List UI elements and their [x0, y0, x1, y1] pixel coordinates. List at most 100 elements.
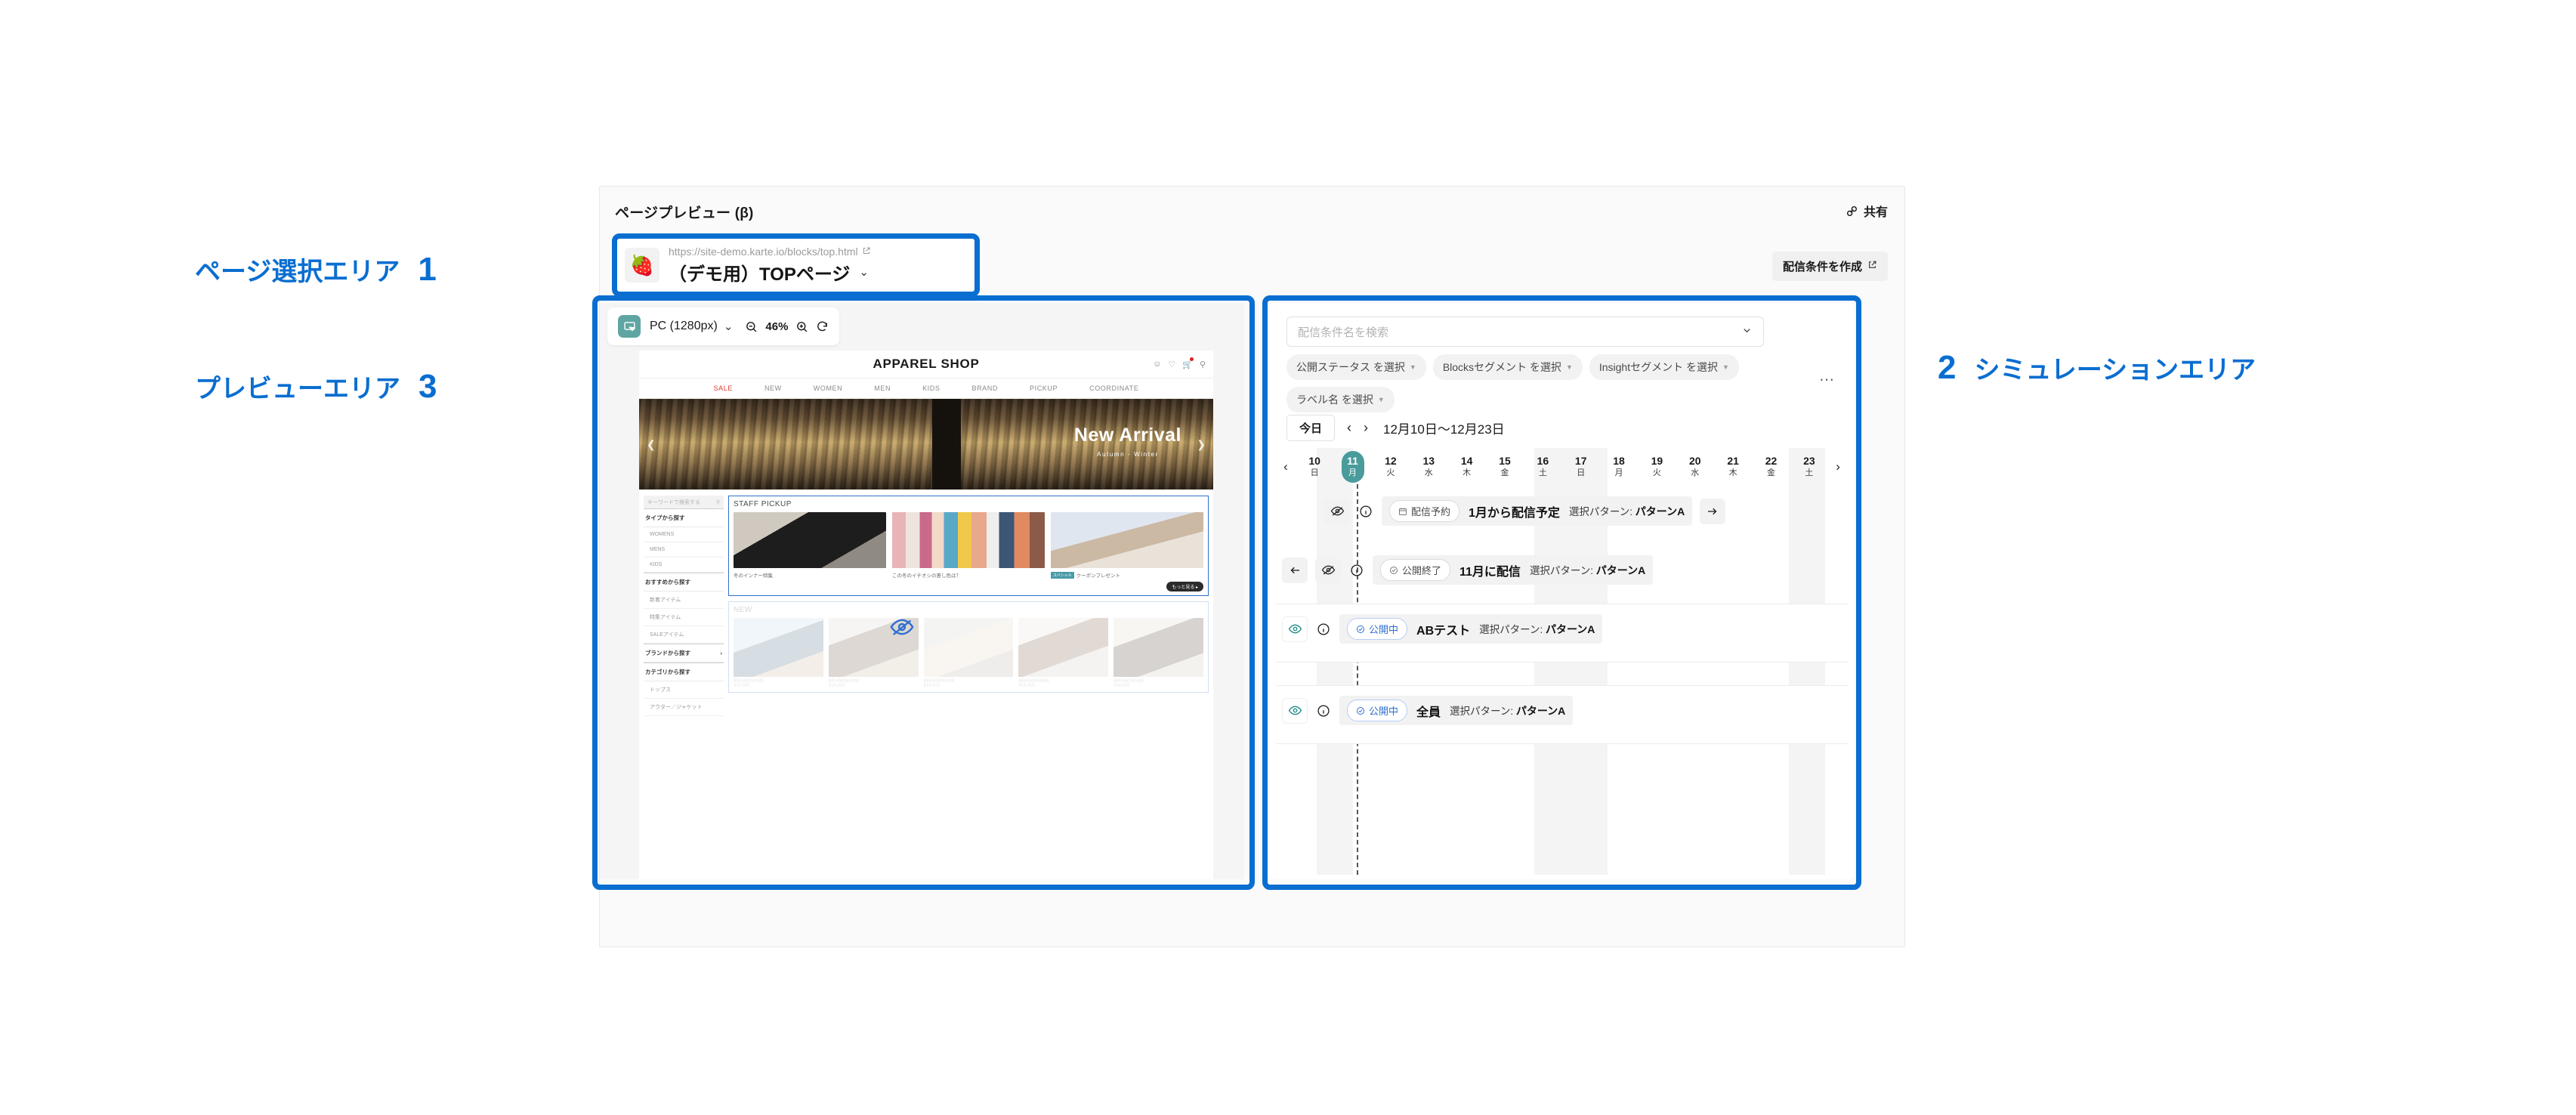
page-name-row[interactable]: （デモ用）TOPページ ⌄ [669, 259, 871, 286]
event-block[interactable]: 公開中 全員 選択パターン: パターンA [1339, 696, 1574, 725]
heart-icon[interactable]: ♡ [1168, 360, 1175, 369]
calendar-day[interactable]: 16 土 [1524, 455, 1561, 478]
site-nav-item[interactable]: BRAND [971, 385, 998, 392]
sidebar-item[interactable]: アウター／ジャケット [644, 699, 724, 716]
page-url-row[interactable]: https://site-demo.karte.io/blocks/top.ht… [669, 246, 871, 258]
scroll-left-arrow[interactable] [1282, 557, 1308, 583]
table-row[interactable]: 公開終了 11月に配信 選択パターン: パターンA [1276, 545, 1848, 604]
user-icon[interactable]: ☺ [1153, 360, 1161, 369]
calendar-day[interactable]: 18 月 [1600, 455, 1638, 478]
calendar-day[interactable]: 22 金 [1752, 455, 1790, 478]
hero-prev-arrow[interactable]: ❮ [647, 438, 656, 451]
calendar-day[interactable]: 14 木 [1447, 455, 1485, 478]
site-nav-item[interactable]: WOMEN [814, 385, 843, 392]
visibility-toggle[interactable] [1324, 498, 1350, 524]
calendar-day[interactable]: 10 日 [1296, 455, 1333, 478]
info-icon[interactable] [1315, 703, 1332, 719]
site-nav-item[interactable]: KIDS [922, 385, 940, 392]
site-nav-item[interactable]: COORDINATE [1089, 385, 1138, 392]
day-number: 16 [1537, 455, 1549, 468]
product-card[interactable]: BRANDNAME ¥18,900 [1018, 618, 1109, 688]
chevron-right-icon[interactable]: › [1828, 459, 1848, 474]
day-number: 20 [1688, 455, 1701, 468]
site-search-input[interactable]: キーワードで検索する ⚲ [644, 496, 724, 508]
info-icon[interactable] [1315, 621, 1332, 638]
sidebar-heading[interactable]: ブランドから探す › [644, 644, 724, 663]
search-input[interactable]: 配信条件名を検索 [1286, 317, 1764, 347]
pickup-image [1051, 512, 1203, 568]
sidebar-item[interactable]: MENS [644, 542, 724, 558]
calendar-day[interactable]: 19 火 [1638, 455, 1676, 478]
day-number: 21 [1727, 455, 1739, 468]
sidebar-item[interactable]: トップス [644, 681, 724, 699]
filter-chip-status[interactable]: 公開ステータス を選択 ▼ [1286, 354, 1426, 380]
calendar-day[interactable]: 21 木 [1714, 455, 1752, 478]
pickup-card[interactable]: 冬のインナー特集 [734, 512, 886, 579]
pickup-card[interactable]: この冬のイチオシの差し色は？ [892, 512, 1045, 579]
site-search-placeholder: キーワードで検索する [647, 499, 700, 505]
hero-next-arrow[interactable]: ❯ [1197, 438, 1206, 451]
day-weekday: 日 [1577, 468, 1586, 477]
site-nav-item[interactable]: MEN [874, 385, 891, 392]
scroll-right-arrow[interactable] [1700, 498, 1726, 524]
day-weekday: 火 [1386, 468, 1395, 477]
share-button[interactable]: 共有 [1846, 202, 1888, 220]
product-card[interactable]: BRANDNAME ¥18,900 [923, 618, 1014, 688]
sidebar-item[interactable]: 新着アイテム [644, 591, 724, 609]
table-row[interactable]: 配信予約 1月から配信予定 選択パターン: パターンA [1276, 486, 1848, 545]
external-link-icon[interactable] [862, 246, 871, 258]
site-nav-item[interactable]: NEW [764, 385, 782, 392]
site-preview[interactable]: APPAREL SHOP ☺ ♡ 🛒 ⚲ SALE NEW WOMEN MEN [639, 351, 1213, 879]
sidebar-item[interactable]: SALEアイテム [644, 626, 724, 644]
more-button[interactable]: もっと見る ▸ [1166, 582, 1203, 591]
event-block[interactable]: 公開終了 11月に配信 選択パターン: パターンA [1373, 555, 1654, 585]
cart-icon[interactable]: 🛒 [1182, 357, 1194, 369]
chevron-left-icon[interactable]: ‹ [1347, 420, 1351, 436]
calendar-day[interactable]: 23 土 [1790, 455, 1828, 478]
staff-pickup-block[interactable]: STAFF PICKUP 冬のインナー特集 この冬のイチオシの差し色は？ スペシ… [728, 496, 1209, 596]
calendar-day[interactable]: 12 火 [1372, 455, 1410, 478]
zoom-out-icon[interactable] [745, 320, 758, 333]
sidebar-heading: おすすめから探す [644, 573, 724, 591]
sidebar-item[interactable]: WOMENS [644, 527, 724, 542]
chevron-down-icon[interactable] [1741, 325, 1753, 339]
calendar-day-selected[interactable]: 11 月 [1333, 451, 1371, 483]
day-weekday: 木 [1463, 468, 1472, 477]
chevron-down-icon[interactable]: ⌄ [859, 265, 869, 279]
device-select-icon[interactable] [618, 315, 641, 338]
more-options-icon[interactable]: ⋯ [1819, 372, 1835, 388]
calendar-day[interactable]: 17 日 [1562, 455, 1600, 478]
visibility-toggle[interactable] [1282, 616, 1308, 642]
new-section-block[interactable]: NEW BRANDNAME ¥18,900 BRANDNAME ¥18,900 … [728, 601, 1209, 693]
today-button[interactable]: 今日 [1286, 415, 1336, 441]
visibility-toggle[interactable] [1315, 557, 1341, 583]
filter-chip-blocks-segment[interactable]: Blocksセグメント を選択 ▼ [1432, 354, 1583, 380]
filter-chip-label[interactable]: ラベル名 を選択 ▼ [1286, 387, 1395, 412]
calendar-day[interactable]: 15 金 [1486, 455, 1524, 478]
visibility-toggle[interactable] [1282, 697, 1308, 724]
search-icon[interactable]: ⚲ [1200, 360, 1206, 369]
calendar-day[interactable]: 13 水 [1410, 455, 1447, 478]
product-card[interactable]: BRANDNAME ¥18,900 [734, 618, 823, 688]
pickup-card[interactable]: スペシャル クーポンプレゼント [1051, 512, 1203, 579]
table-row[interactable]: 公開中 全員 選択パターン: パターンA [1276, 685, 1848, 744]
chevron-left-icon[interactable]: ‹ [1276, 459, 1296, 474]
zoom-in-icon[interactable] [795, 320, 808, 333]
sidebar-item[interactable]: KIDS [644, 558, 724, 573]
create-condition-button[interactable]: 配信条件を作成 [1771, 252, 1888, 281]
page-select-control[interactable]: 🍓 https://site-demo.karte.io/blocks/top.… [617, 239, 974, 292]
refresh-icon[interactable] [816, 320, 829, 333]
chevron-right-icon[interactable]: › [1364, 420, 1368, 436]
site-nav-item[interactable]: PICKUP [1030, 385, 1058, 392]
site-nav-item[interactable]: SALE [714, 385, 733, 392]
device-selector[interactable]: PC (1280px) ⌄ [650, 320, 733, 333]
info-icon[interactable] [1348, 562, 1365, 579]
calendar-day[interactable]: 20 水 [1676, 455, 1714, 478]
info-icon[interactable] [1357, 503, 1374, 520]
table-row[interactable]: 公開中 ABテスト 選択パターン: パターンA [1276, 604, 1848, 663]
product-card[interactable]: BRANDNAME ¥18,900 [1113, 618, 1203, 688]
event-block[interactable]: 公開中 ABテスト 選択パターン: パターンA [1339, 614, 1603, 644]
filter-chip-insight-segment[interactable]: Insightセグメント を選択 ▼ [1589, 354, 1739, 380]
sidebar-item[interactable]: 特集アイテム [644, 609, 724, 626]
event-block[interactable]: 配信予約 1月から配信予定 選択パターン: パターンA [1382, 496, 1693, 526]
